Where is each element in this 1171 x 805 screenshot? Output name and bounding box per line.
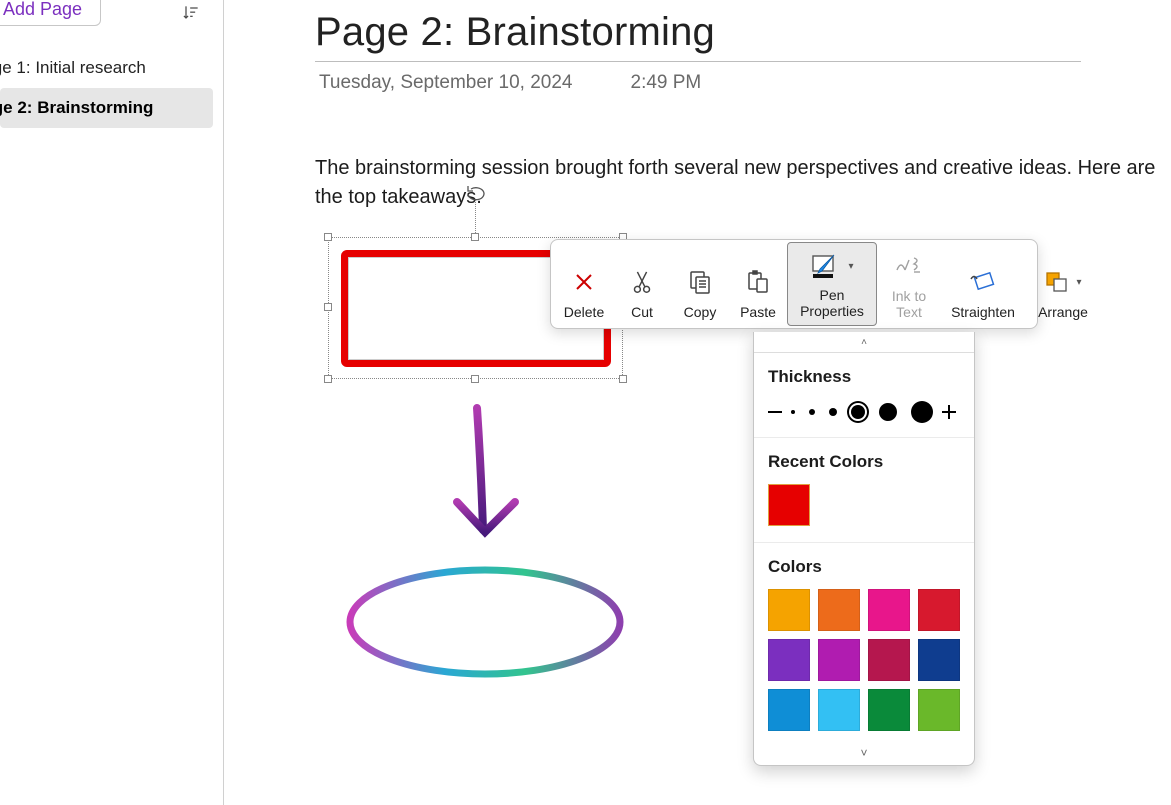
thickness-row [754,393,974,438]
add-page-button[interactable]: Add Page [0,0,101,26]
page-date: Tuesday, September 10, 2024 [319,72,573,94]
resize-handle-bc[interactable] [471,375,479,383]
pen-properties-label-2: Properties [800,303,864,319]
resize-handle-ml[interactable] [324,303,332,311]
thickness-option[interactable] [829,408,837,416]
copy-button[interactable]: Copy [671,242,729,326]
pen-properties-panel: ˄ Thickness Recent Colors Colors ˅ [753,332,975,766]
colors-title: Colors [754,543,974,583]
colors-grid [754,583,974,741]
color-swatch[interactable] [768,689,810,731]
color-swatch[interactable] [818,589,860,631]
sidebar-item-page-2[interactable]: Page 2: Brainstorming [0,88,213,128]
color-swatch[interactable] [868,589,910,631]
color-swatch[interactable] [818,689,860,731]
recent-colors-row [754,478,974,543]
paste-button[interactable]: Paste [729,242,787,326]
color-swatch[interactable] [918,689,960,731]
ink-to-text-icon [894,246,924,288]
pen-properties-button[interactable]: ▾ Pen Properties [787,242,877,326]
color-swatch[interactable] [868,639,910,681]
cut-label: Cut [631,304,653,320]
delete-label: Delete [564,304,604,320]
resize-handle-tl[interactable] [324,233,332,241]
thickness-option[interactable] [809,409,815,415]
page-meta: Tuesday, September 10, 2024 2:49 PM [315,62,1171,94]
scissors-icon [631,260,653,304]
copy-icon [687,260,713,304]
panel-expand-button[interactable]: ˅ [754,741,974,765]
color-swatch[interactable] [918,639,960,681]
thickness-option[interactable] [911,401,933,423]
resize-handle-tc[interactable] [471,233,479,241]
straighten-label: Straighten [951,304,1015,320]
color-swatch[interactable] [818,639,860,681]
chevron-down-icon: ▾ [1076,277,1081,288]
resize-handle-br[interactable] [619,375,627,383]
page-title[interactable]: Page 2: Brainstorming [315,0,1081,62]
recent-colors-title: Recent Colors [754,438,974,478]
rotation-arm [475,200,477,233]
selection-mini-toolbar: Delete Cut Copy Paste [550,239,1038,329]
thickness-option[interactable] [851,405,865,419]
resize-handle-bl[interactable] [324,375,332,383]
paste-label: Paste [740,304,776,320]
panel-collapse-button[interactable]: ˄ [754,332,974,353]
rotate-handle-icon[interactable] [462,184,490,204]
color-swatch[interactable] [918,589,960,631]
page-time: 2:49 PM [631,72,702,94]
color-swatch[interactable] [868,689,910,731]
ink-to-text-label-2: Text [896,304,922,320]
recent-color-swatch[interactable] [768,484,810,526]
color-swatch[interactable] [768,639,810,681]
chevron-down-icon: ▾ [848,261,853,273]
page-sidebar: Add Page Page 1: Initial research Page 2… [0,0,224,805]
thickness-title: Thickness [754,353,974,393]
thickness-increase-button[interactable] [938,401,960,423]
straighten-button[interactable]: Straighten [941,242,1025,326]
paste-icon [745,260,771,304]
thickness-decrease-button[interactable] [764,401,786,423]
copy-label: Copy [684,304,717,320]
page-paragraph[interactable]: The brainstorming session brought forth … [315,154,1171,212]
arrange-label: Arrange [1038,304,1088,320]
arrange-button[interactable]: ▾ Arrange [1025,242,1101,326]
page-canvas: Page 2: Brainstorming Tuesday, September… [225,0,1171,805]
color-swatch[interactable] [768,589,810,631]
delete-x-icon [572,260,596,304]
pen-properties-label-1: Pen [820,287,845,303]
sort-pages-icon[interactable] [181,3,201,23]
sidebar-item-page-1[interactable]: Page 1: Initial research [0,48,213,88]
pen-icon: ▾ [810,247,853,287]
ink-to-text-label-1: Ink to [892,288,926,304]
delete-button[interactable]: Delete [555,242,613,326]
thickness-option[interactable] [879,403,897,421]
arrange-icon: ▾ [1044,260,1081,304]
ink-to-text-button: Ink to Text [877,242,941,326]
thickness-option[interactable] [791,410,795,414]
pages-list: Page 1: Initial research Page 2: Brainst… [0,48,213,128]
straighten-icon [968,260,998,304]
cut-button[interactable]: Cut [613,242,671,326]
